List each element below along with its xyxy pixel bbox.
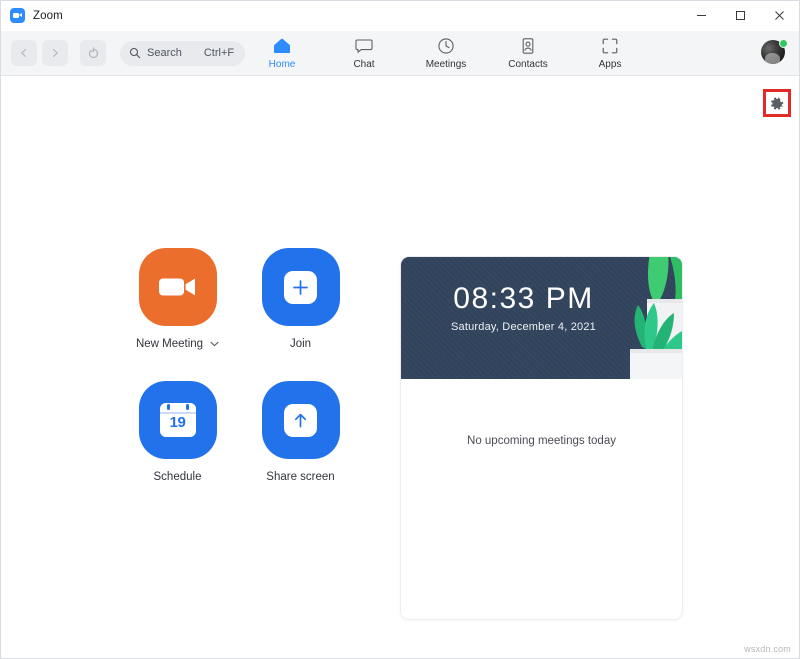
close-icon: [775, 11, 784, 20]
join-label-row: Join: [290, 338, 311, 350]
new-meeting-label-row: New Meeting: [136, 338, 219, 350]
video-camera-icon: [158, 278, 195, 296]
gear-icon: [770, 96, 783, 110]
chat-icon: [355, 37, 373, 56]
app-title: Zoom: [33, 9, 63, 22]
clock-time: 08:33 PM: [453, 282, 594, 315]
refresh-button[interactable]: [80, 40, 106, 66]
new-meeting-button[interactable]: New Meeting: [116, 248, 239, 381]
tab-meetings[interactable]: Meetings: [420, 33, 472, 75]
meeting-card: 08:33 PM Saturday, December 4, 2021 No u…: [400, 256, 683, 620]
clock-banner: 08:33 PM Saturday, December 4, 2021: [401, 257, 682, 379]
share-screen-button[interactable]: Share screen: [239, 381, 362, 514]
calendar-day-number: 19: [169, 414, 186, 431]
calendar-icon: 19: [159, 403, 196, 437]
search-icon: [129, 47, 141, 59]
share-screen-label-row: Share screen: [266, 471, 334, 483]
tab-apps[interactable]: Apps: [584, 33, 636, 75]
share-inner-square: [284, 403, 317, 437]
tab-chat[interactable]: Chat: [338, 33, 390, 75]
avatar[interactable]: [761, 39, 788, 66]
main-content: New Meeting Join 19 Schedule Share scree…: [1, 76, 799, 658]
watermark: wsxdn.com: [744, 644, 791, 654]
tab-home[interactable]: Home: [256, 33, 308, 75]
share-screen-icon-tile: [261, 381, 340, 459]
back-button[interactable]: [11, 40, 37, 66]
tab-meetings-label: Meetings: [425, 58, 467, 70]
maximize-button[interactable]: [721, 1, 760, 31]
zoom-app-window: Zoom Search Ctrl+F Home Chat Meetings Co…: [0, 0, 800, 659]
clock-text-wrap: 08:33 PM Saturday, December 4, 2021: [401, 283, 682, 333]
calendar-divider: [159, 412, 196, 414]
home-icon: [273, 37, 291, 56]
window-controls: [682, 1, 799, 31]
share-screen-label: Share screen: [266, 471, 335, 483]
tab-chat-label: Chat: [353, 58, 375, 70]
tab-contacts[interactable]: Contacts: [502, 33, 554, 75]
up-arrow-icon: [294, 413, 307, 427]
minimize-icon: [697, 15, 706, 16]
close-button[interactable]: [760, 1, 799, 31]
clock-date: Saturday, December 4, 2021: [450, 320, 597, 333]
schedule-label-row: Schedule: [154, 471, 202, 483]
new-meeting-icon-tile: [138, 248, 217, 326]
chevron-left-icon: [21, 48, 27, 58]
new-meeting-label: New Meeting: [135, 338, 204, 350]
navigation-bar: Search Ctrl+F Home Chat Meetings Contact…: [1, 31, 799, 76]
title-bar: Zoom: [1, 1, 799, 31]
refresh-icon: [88, 46, 98, 58]
join-icon-tile: [261, 248, 340, 326]
search-shortcut-label: Ctrl+F: [203, 47, 235, 59]
title-bar-left: Zoom: [1, 8, 682, 23]
action-grid: New Meeting Join 19 Schedule Share scree…: [116, 248, 362, 514]
settings-button[interactable]: [763, 89, 791, 117]
nav-tabs: Home Chat Meetings Contacts Apps: [256, 31, 636, 76]
chevron-down-icon[interactable]: [210, 341, 219, 347]
calendar-ring-left: [166, 404, 170, 410]
join-button[interactable]: Join: [239, 248, 362, 381]
minimize-button[interactable]: [682, 1, 721, 31]
join-inner-square: [284, 270, 317, 304]
status-badge: [779, 39, 788, 48]
maximize-icon: [736, 11, 745, 20]
zoom-logo-icon: [10, 8, 25, 23]
nav-left-controls: Search Ctrl+F: [1, 40, 246, 66]
plus-icon: [293, 279, 308, 295]
search-input[interactable]: Search Ctrl+F: [120, 40, 246, 66]
schedule-label: Schedule: [153, 471, 202, 483]
card-body: No upcoming meetings today: [401, 379, 682, 619]
join-label: Join: [289, 338, 312, 350]
chevron-right-icon: [52, 48, 58, 58]
schedule-icon-tile: 19: [138, 381, 217, 459]
tab-home-label: Home: [268, 58, 296, 70]
empty-state-text: No upcoming meetings today: [467, 435, 616, 447]
calendar-top-bar: [159, 403, 196, 412]
forward-button[interactable]: [42, 40, 68, 66]
apps-icon: [601, 37, 619, 56]
tab-contacts-label: Contacts: [508, 58, 548, 70]
tab-apps-label: Apps: [598, 58, 622, 70]
schedule-button[interactable]: 19 Schedule: [116, 381, 239, 514]
calendar-ring-right: [185, 404, 189, 410]
clock-icon: [437, 37, 455, 56]
contacts-icon: [519, 37, 537, 56]
search-placeholder: Search: [147, 47, 182, 59]
